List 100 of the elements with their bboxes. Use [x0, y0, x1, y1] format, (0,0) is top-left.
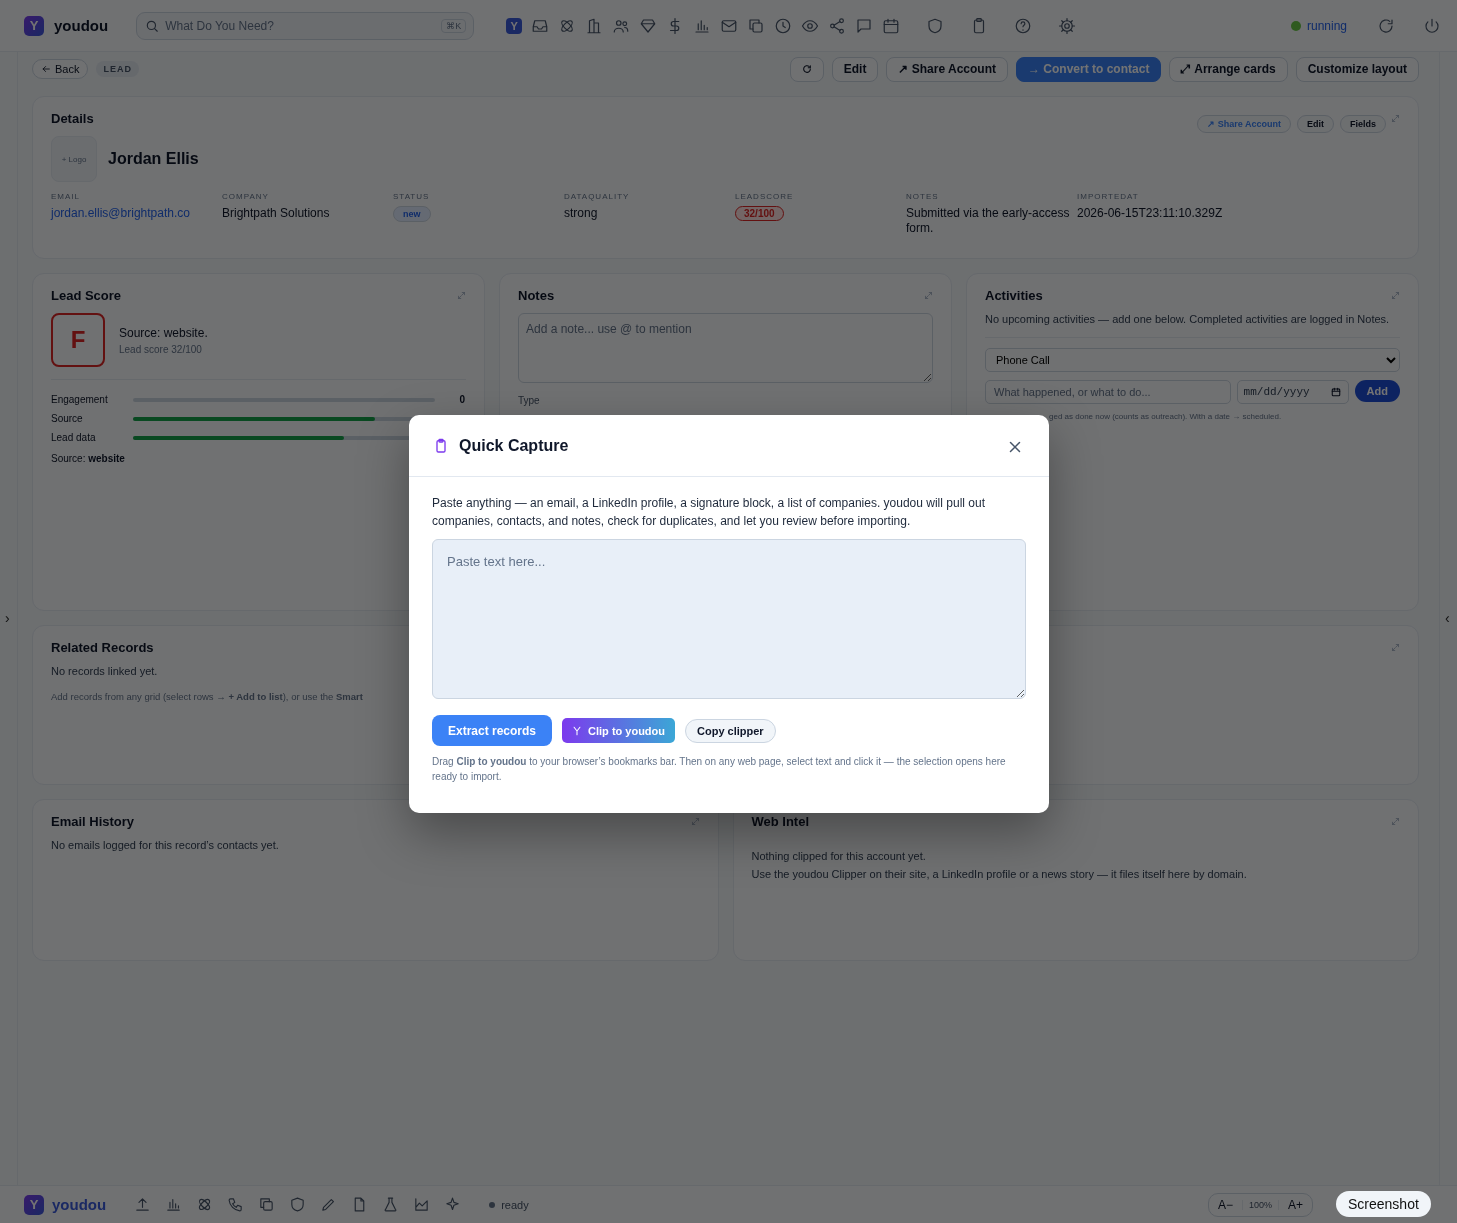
- app-name: youdou: [54, 17, 109, 34]
- status-badge: new: [393, 206, 431, 222]
- building-icon[interactable]: [585, 16, 604, 35]
- score-text: Lead score 32/100: [119, 343, 203, 355]
- phone-icon[interactable]: [227, 1196, 245, 1213]
- web-intel-text: Nothing clipped for this account yet.: [751, 849, 927, 864]
- toolbar-button[interactable]: ↗ Share Account: [886, 56, 1009, 82]
- share-icon[interactable]: [828, 16, 847, 35]
- toolbar-button[interactable]: ⤢ Arrange cards: [1169, 56, 1288, 82]
- back-button[interactable]: Back: [32, 59, 89, 79]
- sidebar-toggle[interactable]: ›: [5, 610, 10, 626]
- extract-button[interactable]: Extract records: [432, 715, 553, 746]
- field-label: STATUS: [393, 192, 431, 201]
- dialog-title: Quick Capture: [459, 436, 570, 455]
- field-label: LEADSCORE: [735, 192, 795, 201]
- copy-icon[interactable]: [747, 16, 766, 35]
- empty-message: No records linked yet.: [51, 665, 159, 677]
- expand-icon[interactable]: [1391, 114, 1400, 123]
- record-name: Jordan Ellis: [108, 150, 199, 168]
- diamond-icon[interactable]: [639, 16, 658, 35]
- help-icon[interactable]: [1014, 16, 1033, 35]
- empty-message: No emails logged for this record’s contacts yet.: [51, 839, 280, 851]
- card-title: Related Records: [51, 640, 154, 655]
- field-label: COMPANY: [222, 192, 270, 201]
- expand-icon[interactable]: [924, 291, 933, 300]
- sparkle-icon[interactable]: [444, 1196, 462, 1213]
- card-title: Activities: [985, 288, 1043, 303]
- clip-button[interactable]: Clip to youdou: [562, 718, 676, 743]
- score-badge: 32/100: [735, 206, 784, 221]
- bar-label: Engagement: [51, 394, 109, 405]
- card-action-button[interactable]: Fields: [1340, 114, 1386, 133]
- copy-icon[interactable]: [258, 1196, 276, 1213]
- convert-button[interactable]: → Convert to contact: [1016, 56, 1162, 82]
- paste-input[interactable]: Paste text here...: [432, 539, 1026, 699]
- shield-icon[interactable]: [926, 16, 945, 35]
- expand-icon[interactable]: [1391, 291, 1400, 300]
- tooltip: Screenshot: [1336, 1191, 1431, 1217]
- card-title: Details: [51, 111, 94, 126]
- upload-icon[interactable]: [134, 1196, 152, 1213]
- sidebar-toggle[interactable]: ‹: [1445, 610, 1450, 626]
- hint-text: Add records from any grid (select rows → + Add to list), or use the Smart: [51, 691, 364, 702]
- zoom-in-button[interactable]: A+: [1279, 1197, 1312, 1212]
- arrow-left-icon: [41, 64, 51, 74]
- card-action-button[interactable]: Edit: [1297, 114, 1334, 133]
- app-logo[interactable]: Y: [24, 15, 44, 36]
- expand-icon[interactable]: [1391, 817, 1400, 826]
- field-value: 2026-06-15T23:11:10.329Z: [1077, 206, 1223, 220]
- date-field[interactable]: mm/dd/yyyy: [1236, 380, 1349, 404]
- field-value: Submitted via the early-access form.: [906, 206, 1070, 235]
- note-input[interactable]: Add a note... use @ to mention: [518, 313, 933, 383]
- clipboard-icon: [433, 437, 449, 454]
- field-label: NOTES: [906, 192, 940, 201]
- clock-icon[interactable]: [774, 16, 793, 35]
- source-text: Source: website: [51, 453, 125, 464]
- shield-icon[interactable]: [289, 1196, 307, 1213]
- field-value: Brightpath Solutions: [222, 206, 330, 220]
- app-name: youdou: [52, 1196, 107, 1213]
- calendar-icon: [1330, 387, 1341, 397]
- app-logo[interactable]: Y: [24, 1194, 44, 1215]
- card-title: Notes: [518, 288, 555, 303]
- settings-icon[interactable]: [1058, 16, 1077, 35]
- power-icon[interactable]: [1423, 16, 1441, 35]
- card-title: Email History: [51, 814, 135, 829]
- status-label: running: [1306, 18, 1347, 33]
- nav-logo-icon[interactable]: Y: [506, 17, 523, 34]
- field-label: IMPORTEDAT: [1077, 192, 1140, 201]
- card-title: Lead Score: [51, 288, 122, 303]
- activity-input[interactable]: What happened, or what to do...: [985, 380, 1231, 404]
- bar-value: 0: [458, 394, 465, 405]
- expand-icon[interactable]: [457, 291, 466, 300]
- field-link[interactable]: jordan.ellis@brightpath.co: [51, 206, 190, 220]
- field-label: DATAQUALITY: [564, 192, 631, 201]
- field-value: strong: [564, 206, 598, 220]
- activities-intro: No upcoming activities — add one below. Completed activities are logged in Notes.: [985, 313, 1400, 338]
- refresh-button[interactable]: [789, 56, 824, 82]
- calendar-icon[interactable]: [882, 16, 901, 35]
- status-dot: [489, 1201, 496, 1208]
- toolbar-button[interactable]: Edit: [831, 56, 879, 82]
- area-chart-icon[interactable]: [413, 1196, 431, 1213]
- shortcut-hint: ⌘K: [441, 18, 467, 33]
- chat-icon[interactable]: [855, 16, 874, 35]
- bar-label: Source: [51, 413, 84, 424]
- bar-label: Lead data: [51, 432, 97, 443]
- activity-type-select[interactable]: Phone Call: [985, 348, 1400, 372]
- grade-badge: F: [51, 313, 105, 367]
- fork-icon: [572, 725, 583, 736]
- status-label: ready: [501, 1198, 529, 1211]
- add-button[interactable]: Add: [1354, 380, 1400, 402]
- type-label: Type: [518, 395, 541, 406]
- toolbar-button[interactable]: Customize layout: [1295, 56, 1419, 82]
- web-intel-text: Use the youdou Clipper on their site, a LinkedIn profile or a news story — it files itself here by domain.: [751, 867, 1248, 882]
- dialog-hint: Drag Clip to youdou to your browser’s bookmarks bar. Then on any web page, select text and click it — the selection opens here ready to import.: [432, 755, 1007, 784]
- expand-icon[interactable]: [1391, 643, 1400, 652]
- refresh-icon: [801, 64, 812, 74]
- refresh-icon[interactable]: [1377, 16, 1395, 35]
- bar-chart-icon[interactable]: [165, 1196, 183, 1213]
- record-type-tag: LEAD: [96, 61, 139, 77]
- card-action-button[interactable]: ↗ Share Account: [1197, 114, 1291, 133]
- copy-button[interactable]: Copy clipper: [685, 718, 776, 743]
- zoom-out-button[interactable]: A−: [1208, 1197, 1242, 1212]
